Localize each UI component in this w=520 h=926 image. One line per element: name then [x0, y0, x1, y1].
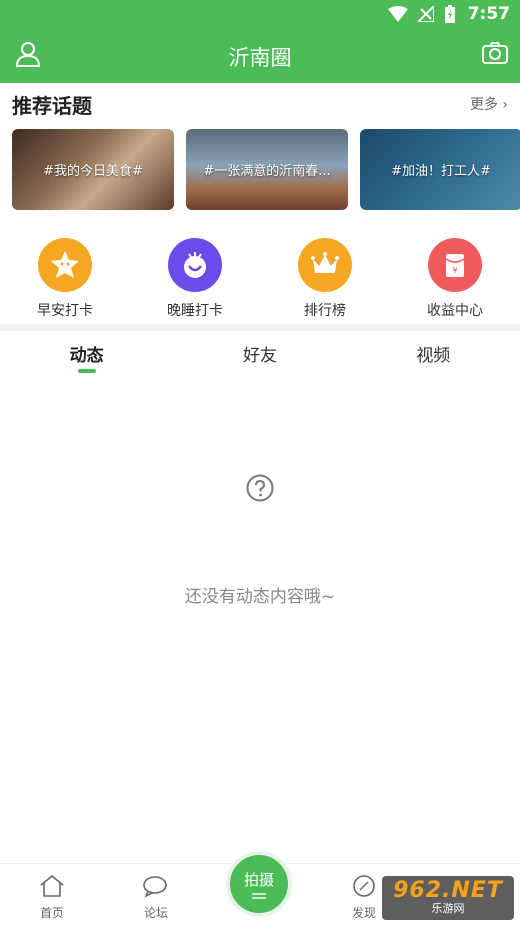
- home-icon: [40, 874, 64, 897]
- nav-bar: 沂南圈: [0, 30, 520, 83]
- shoot-label: 拍摄: [243, 871, 274, 889]
- wifi-icon: [388, 6, 408, 22]
- more-label: 更多: [469, 97, 498, 113]
- topics-header: 推荐话题 更多 ›: [12, 90, 508, 120]
- quick-earnings[interactable]: ¥ 收益中心: [390, 238, 520, 322]
- section-divider: [0, 324, 520, 331]
- status-time: 7:57: [467, 4, 510, 24]
- quick-morning-checkin[interactable]: 早安打卡: [0, 238, 130, 322]
- tab-label: 好友: [242, 346, 277, 366]
- topics-row: #我的今日美食# #一张满意的沂南春... #加油！打工人#: [12, 129, 520, 210]
- quick-label: 收益中心: [427, 303, 483, 319]
- topic-label: #我的今日美食#: [43, 164, 143, 179]
- header: 7:57 沂南圈: [0, 0, 520, 83]
- quick-label: 晚睡打卡: [167, 303, 223, 319]
- tab-dynamics[interactable]: 动态: [0, 331, 173, 379]
- status-bar: 7:57: [0, 0, 520, 30]
- shoot-button[interactable]: 拍摄: [226, 851, 292, 917]
- watermark-big: 962.NET: [393, 878, 503, 903]
- watermark-logo: 962.NET 乐游网: [382, 876, 514, 920]
- tab-indicator: [77, 369, 96, 373]
- quick-ranking[interactable]: 排行榜: [260, 238, 390, 322]
- question-icon: [246, 474, 274, 506]
- topic-card[interactable]: #我的今日美食#: [12, 129, 174, 210]
- red-envelope-icon: ¥: [428, 238, 482, 292]
- quick-actions: 早安打卡 晚睡打卡 排行榜 ¥ 收益中心: [0, 238, 520, 322]
- status-icons: [388, 5, 456, 23]
- tab-videos[interactable]: 视频: [347, 331, 520, 379]
- topics-title: 推荐话题: [12, 94, 92, 118]
- moon-face-icon: [168, 238, 222, 292]
- star-face-icon: [38, 238, 92, 292]
- topic-card[interactable]: #一张满意的沂南春...: [186, 129, 348, 210]
- topic-label: #加油！打工人#: [391, 164, 491, 179]
- nav-home[interactable]: 首页: [22, 874, 82, 921]
- chevron-right-icon: ›: [497, 97, 508, 113]
- nav-home-label: 首页: [39, 906, 64, 920]
- signal-icon: [418, 6, 434, 22]
- battery-icon: [445, 5, 455, 23]
- page-title: 沂南圈: [228, 46, 292, 70]
- nav-forum-label: 论坛: [143, 906, 168, 920]
- topics-more-link[interactable]: 更多 ›: [470, 94, 508, 114]
- feed-tabs: 动态 好友 视频: [0, 331, 520, 379]
- svg-text:¥: ¥: [452, 266, 457, 275]
- chat-icon: [143, 876, 167, 898]
- app-screen: 7:57 沂南圈 推荐话题 更多 › #我的今日美食# #一张满意的沂南春...…: [0, 0, 520, 926]
- tab-label: 视频: [416, 346, 451, 366]
- quick-label: 排行榜: [304, 303, 346, 319]
- compass-icon: [353, 875, 375, 897]
- quick-label: 早安打卡: [37, 303, 93, 319]
- tab-friends[interactable]: 好友: [173, 331, 346, 379]
- empty-state-text: 还没有动态内容哦~: [184, 587, 336, 607]
- topic-label: #一张满意的沂南春...: [203, 164, 331, 179]
- topic-card[interactable]: #加油！打工人#: [360, 129, 520, 210]
- quick-night-checkin[interactable]: 晚睡打卡: [130, 238, 260, 322]
- watermark-small: 乐游网: [431, 902, 465, 915]
- camera-icon[interactable]: [482, 42, 508, 68]
- tab-label: 动态: [69, 346, 104, 366]
- menu-lines-icon: [252, 893, 266, 899]
- crown-icon: [298, 238, 352, 292]
- nav-forum[interactable]: 论坛: [126, 874, 186, 921]
